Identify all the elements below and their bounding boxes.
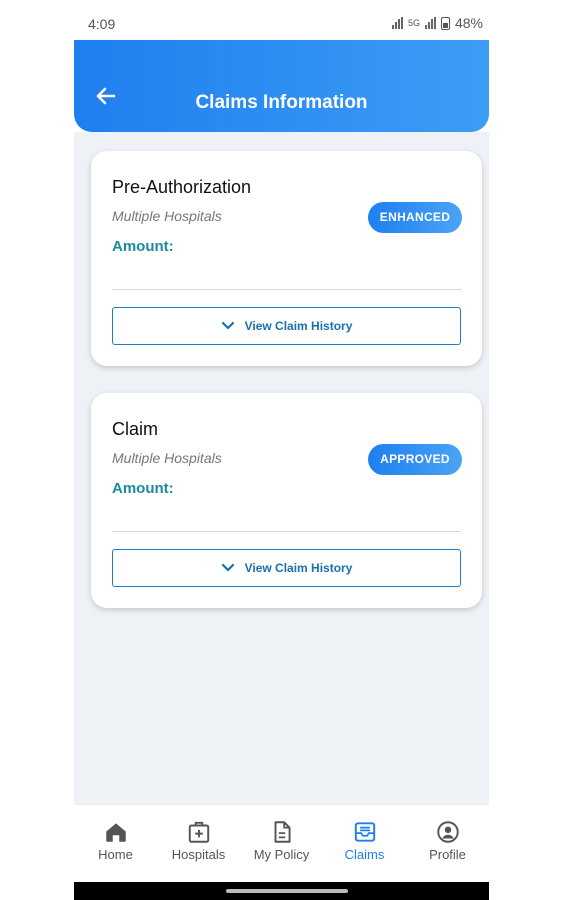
profile-icon [436, 821, 459, 843]
view-claim-history-button[interactable]: View Claim History [112, 307, 461, 345]
network-type: 5G [407, 18, 420, 28]
card-title: Pre-Authorization [112, 177, 252, 197]
status-time: 4:09 [88, 16, 116, 32]
view-claim-history-label: View Claim History [244, 319, 353, 333]
card-divider [112, 289, 461, 290]
nav-label: My Policy [253, 847, 310, 862]
nav-label: Hospitals [171, 847, 226, 862]
status-icons: 5G 48% [391, 15, 483, 31]
document-icon [274, 821, 291, 843]
nav-item-profile[interactable]: Profile [406, 805, 489, 882]
card-divider [112, 531, 461, 532]
claim-card: Claim Multiple Hospitals Amount: APPROVE… [91, 393, 482, 608]
bottom-nav: Home Hospitals My Policy Claims Profile [74, 804, 489, 882]
nav-item-home[interactable]: Home [74, 805, 157, 882]
nav-item-my-policy[interactable]: My Policy [240, 805, 323, 882]
hospital-icon [188, 821, 209, 843]
pre-authorization-card: Pre-Authorization Multiple Hospitals Amo… [91, 151, 482, 366]
phone-screen: 4:09 5G 48% Claims Information Pre-Autho… [74, 0, 489, 900]
nav-item-hospitals[interactable]: Hospitals [157, 805, 240, 882]
status-badge: ENHANCED [368, 202, 462, 233]
card-subtitle: Multiple Hospitals [112, 208, 222, 224]
home-icon [105, 823, 126, 842]
home-indicator[interactable] [226, 889, 348, 893]
signal-icon [391, 17, 403, 29]
nav-label: Claims [344, 847, 385, 862]
card-title: Claim [112, 419, 159, 439]
view-claim-history-label: View Claim History [244, 561, 353, 575]
chevron-down-icon [221, 563, 234, 572]
status-badge: APPROVED [368, 444, 462, 475]
page-title: Claims Information [195, 92, 368, 113]
claims-tray-icon [354, 822, 375, 842]
nav-label: Home [98, 847, 133, 862]
nav-label: Profile [429, 847, 466, 862]
signal-icon-2 [424, 17, 436, 29]
battery-level: 48% [454, 15, 483, 31]
card-subtitle: Multiple Hospitals [112, 450, 222, 466]
battery-icon [440, 16, 450, 30]
claims-content: Pre-Authorization Multiple Hospitals Amo… [74, 132, 489, 804]
view-claim-history-button[interactable]: View Claim History [112, 549, 461, 587]
chevron-down-icon [221, 321, 234, 330]
amount-label: Amount: [112, 238, 174, 255]
nav-item-claims[interactable]: Claims [323, 805, 406, 882]
amount-label: Amount: [112, 480, 174, 497]
status-bar: 4:09 5G 48% [74, 0, 489, 40]
app-header: Claims Information [74, 40, 489, 132]
gesture-bar [74, 882, 489, 900]
